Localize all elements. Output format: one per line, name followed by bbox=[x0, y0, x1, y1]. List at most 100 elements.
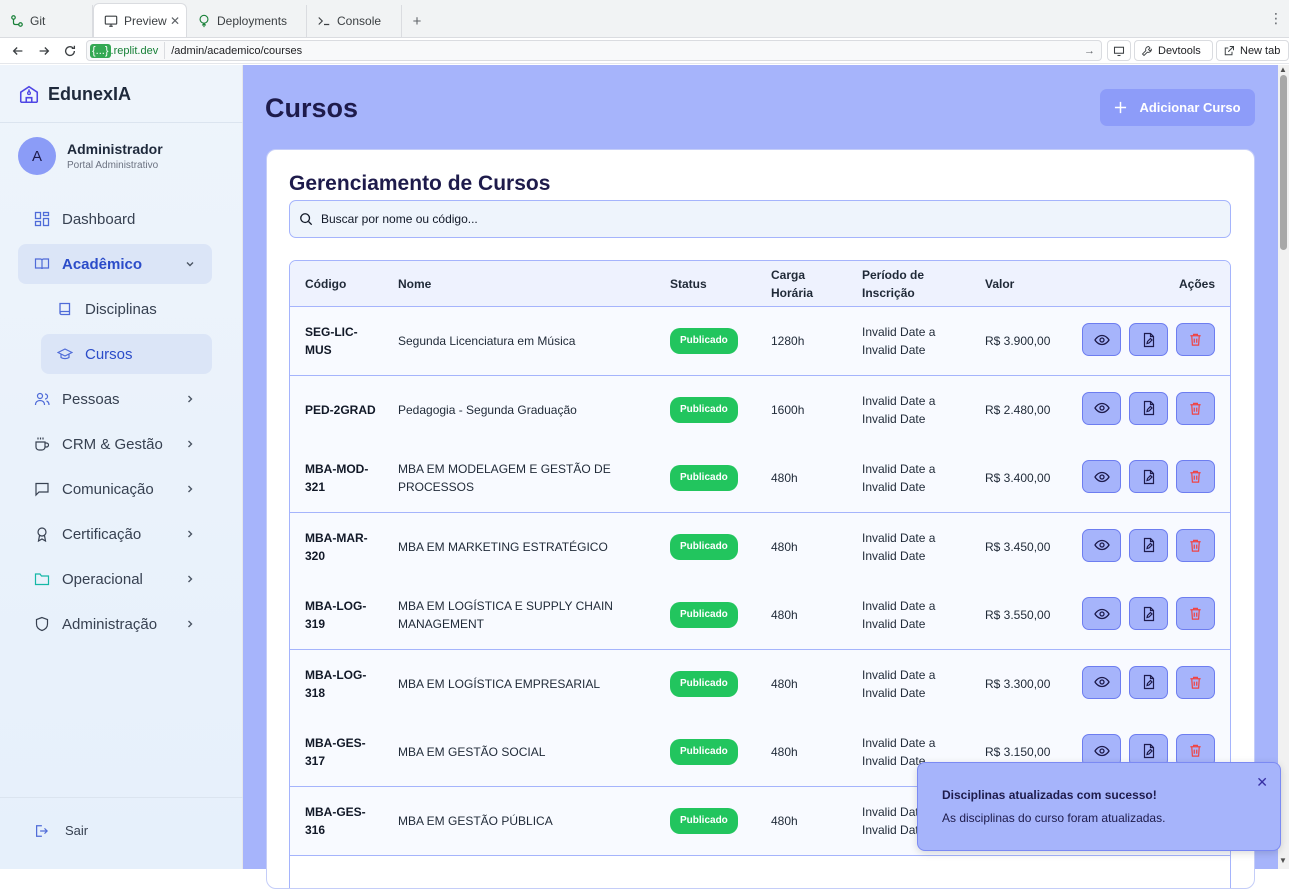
chevron-right-icon bbox=[188, 440, 193, 448]
monitor-icon bbox=[104, 15, 118, 27]
add-course-button[interactable]: Adicionar Curso bbox=[1100, 89, 1255, 126]
cell-status: Publicado bbox=[670, 581, 738, 649]
sidebar-item-label: Comunicação bbox=[62, 480, 154, 498]
sidebar-item-disciplinas[interactable]: Disciplinas bbox=[41, 289, 212, 329]
cell-price: R$ 3.300,00 bbox=[985, 676, 1051, 691]
devtools-button[interactable]: Devtools bbox=[1134, 40, 1213, 61]
view-course-button[interactable] bbox=[1082, 460, 1121, 493]
browser-tab-bar: Git Preview ✕ Deployments Console + ⋮ bbox=[0, 0, 1289, 38]
forward-arrow-icon[interactable] bbox=[31, 39, 57, 63]
view-course-button[interactable] bbox=[1082, 528, 1121, 562]
sidebar-item-crm[interactable]: CRM & Gestão bbox=[18, 424, 212, 464]
logout-button[interactable]: Sair bbox=[34, 823, 88, 838]
eye-icon bbox=[1093, 539, 1110, 551]
back-arrow-icon[interactable] bbox=[5, 39, 31, 63]
more-options-icon[interactable]: ⋮ bbox=[1269, 10, 1283, 27]
close-tab-icon[interactable]: ✕ bbox=[170, 14, 180, 28]
cell-workload: 480h bbox=[771, 608, 798, 622]
edit-course-button[interactable] bbox=[1129, 460, 1168, 493]
close-icon[interactable]: ✕ bbox=[1256, 774, 1268, 791]
edit-course-button[interactable] bbox=[1129, 597, 1168, 630]
table-row: MBA-LOG-319 MBA EM LOGÍSTICA E SUPPLY CHA… bbox=[290, 581, 1230, 650]
sidebar-item-dashboard[interactable]: Dashboard bbox=[18, 199, 212, 239]
sidebar-item-academico[interactable]: Acadêmico bbox=[18, 244, 212, 284]
sidebar-item-label: Acadêmico bbox=[62, 255, 143, 273]
cell-workload: 480h bbox=[771, 471, 798, 485]
trash-icon bbox=[1190, 470, 1201, 483]
go-arrow-icon[interactable]: → bbox=[1084, 45, 1095, 57]
edit-course-button[interactable] bbox=[1129, 528, 1168, 562]
new-tab-label: New tab bbox=[1240, 44, 1281, 57]
page-scrollbar[interactable]: ▲ ▼ bbox=[1278, 65, 1289, 869]
search-input[interactable] bbox=[321, 212, 1121, 226]
url-domain: .replit.dev bbox=[110, 44, 159, 57]
tab-label: Deployments bbox=[217, 14, 288, 28]
header-name[interactable]: Nome bbox=[398, 261, 431, 307]
sidebar-item-comunicacao[interactable]: Comunicação bbox=[18, 469, 212, 509]
table-row: PED-2GRAD Pedagogia - Segunda Graduação Pu… bbox=[290, 375, 1230, 445]
delete-course-button[interactable] bbox=[1176, 528, 1215, 562]
header-code[interactable]: Código bbox=[305, 261, 346, 307]
brand-name: EdunexIA bbox=[48, 83, 132, 104]
edit-course-button[interactable] bbox=[1129, 391, 1168, 425]
card-title: Gerenciamento de Cursos bbox=[289, 172, 551, 195]
reload-icon[interactable] bbox=[57, 39, 83, 63]
delete-course-button[interactable] bbox=[1176, 665, 1215, 699]
main-content: Cursos Adicionar Curso Gerenciamento de … bbox=[243, 65, 1278, 889]
grid-icon bbox=[34, 211, 50, 227]
book-icon bbox=[59, 302, 71, 316]
view-course-button[interactable] bbox=[1082, 597, 1121, 630]
header-period[interactable]: Período de Inscrição bbox=[862, 261, 952, 307]
scroll-down-arrow-icon[interactable]: ▼ bbox=[1279, 856, 1287, 865]
wrench-icon bbox=[1141, 45, 1153, 56]
view-course-button[interactable] bbox=[1082, 391, 1121, 425]
cell-workload: 480h bbox=[771, 539, 798, 554]
header-status[interactable]: Status bbox=[670, 261, 707, 307]
new-tab-plus-icon[interactable]: + bbox=[402, 5, 432, 37]
cell-code: SEG-LIC-MUS bbox=[305, 325, 358, 357]
header-workload[interactable]: Carga Horária bbox=[771, 261, 831, 307]
sidebar-item-cursos[interactable]: Cursos bbox=[41, 334, 212, 374]
delete-course-button[interactable] bbox=[1176, 597, 1215, 630]
view-course-button[interactable] bbox=[1082, 323, 1121, 356]
header-actions: Ações bbox=[1179, 277, 1216, 291]
url-host: {...} bbox=[90, 43, 111, 58]
screen-icon-button[interactable] bbox=[1107, 40, 1131, 61]
sidebar-item-label: CRM & Gestão bbox=[62, 435, 163, 453]
url-field[interactable]: {...} .replit.dev /admin/academico/cours… bbox=[86, 40, 1102, 61]
url-separator bbox=[164, 42, 166, 59]
edit-course-button[interactable] bbox=[1129, 665, 1168, 699]
new-tab-button[interactable]: New tab bbox=[1216, 40, 1289, 61]
view-course-button[interactable] bbox=[1082, 665, 1121, 699]
header-price[interactable]: Valor bbox=[985, 261, 1014, 307]
tab-preview[interactable]: Preview ✕ bbox=[93, 3, 187, 37]
tab-deployments[interactable]: Deployments bbox=[187, 5, 307, 37]
sidebar-item-certificacao[interactable]: Certificação bbox=[18, 514, 212, 554]
cell-period: Invalid Date a Invalid Date bbox=[862, 599, 936, 631]
tab-console[interactable]: Console bbox=[307, 5, 402, 37]
scroll-up-arrow-icon[interactable]: ▲ bbox=[1279, 65, 1287, 74]
cell-name: Segunda Licenciatura em Música bbox=[398, 334, 576, 348]
deploy-icon bbox=[199, 14, 209, 28]
sidebar-item-pessoas[interactable]: Pessoas bbox=[18, 379, 212, 419]
cell-name: MBA EM LOGÍSTICA E SUPPLY CHAIN MANAGEME… bbox=[398, 599, 613, 631]
delete-course-button[interactable] bbox=[1176, 460, 1215, 493]
sidebar-divider bbox=[0, 122, 243, 123]
devtools-label: Devtools bbox=[1158, 44, 1201, 57]
delete-course-button[interactable] bbox=[1176, 391, 1215, 425]
tab-git[interactable]: Git bbox=[0, 5, 93, 37]
edit-course-button[interactable] bbox=[1129, 323, 1168, 356]
chevron-right-icon bbox=[188, 395, 193, 403]
page-title: Cursos bbox=[265, 93, 359, 123]
sidebar-item-operacional[interactable]: Operacional bbox=[18, 559, 212, 599]
search-box[interactable] bbox=[289, 200, 1231, 238]
delete-course-button[interactable] bbox=[1176, 323, 1215, 356]
scrollbar-thumb[interactable] bbox=[1280, 75, 1287, 250]
award-icon bbox=[37, 527, 47, 542]
cell-period: Invalid Date a Invalid Date bbox=[862, 462, 936, 494]
git-icon bbox=[11, 15, 23, 27]
brand-logo[interactable]: EdunexIA bbox=[18, 83, 131, 105]
sidebar-item-administracao[interactable]: Administração bbox=[18, 604, 212, 644]
plus-icon bbox=[1115, 101, 1127, 114]
cell-code: MBA-MAR-320 bbox=[305, 530, 368, 563]
